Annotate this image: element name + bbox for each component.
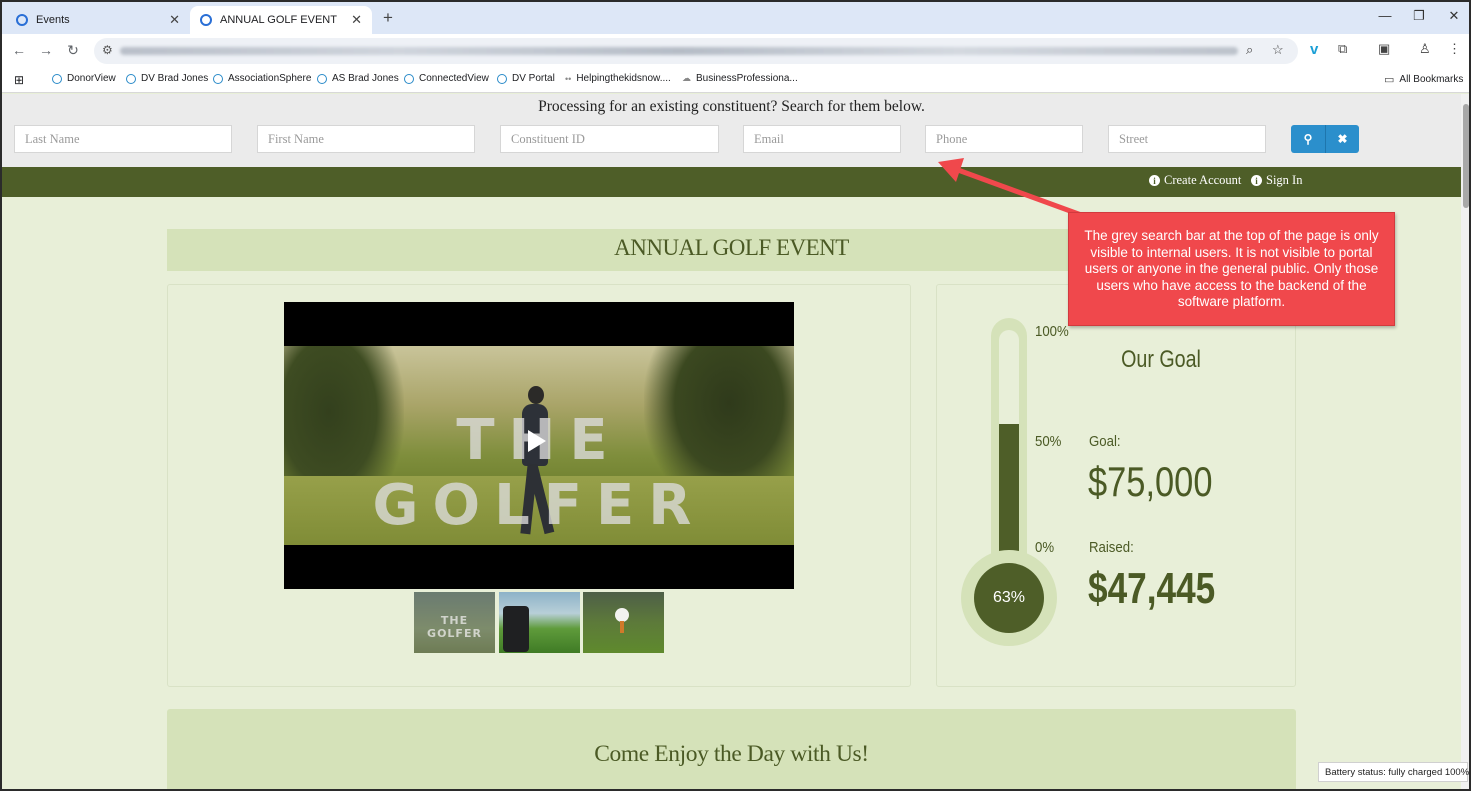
- page-icon: ••: [565, 73, 572, 84]
- cloud-icon: ☁: [682, 73, 691, 83]
- bookmark-associationsphere[interactable]: AssociationSphere: [213, 73, 311, 84]
- globe-icon: [200, 14, 212, 26]
- golfer-head: [528, 386, 544, 404]
- apps-grid-icon[interactable]: ⊞: [14, 73, 24, 87]
- tab-title: ANNUAL GOLF EVENT: [220, 14, 337, 26]
- goal-label: Goal:: [1089, 433, 1121, 450]
- star-icon[interactable]: ☆: [1272, 42, 1284, 58]
- page-scrollbar[interactable]: [1461, 94, 1469, 789]
- forward-icon[interactable]: →: [37, 42, 55, 58]
- bookmark-connectedview[interactable]: ConnectedView: [404, 73, 489, 84]
- globe-icon: [16, 14, 28, 26]
- globe-icon: [213, 73, 223, 84]
- tab-events[interactable]: Events ✕: [6, 6, 190, 34]
- goal-amount: $75,000: [1088, 458, 1213, 505]
- scrollbar-thumb[interactable]: [1463, 104, 1469, 208]
- goal-card: 63% 100% 50% 0% Our Goal Goal: $75,000 R…: [936, 284, 1296, 687]
- globe-icon: [126, 73, 136, 84]
- site-settings-icon[interactable]: ⚙: [102, 43, 113, 57]
- vimeo-extension-icon[interactable]: v: [1310, 41, 1318, 58]
- phone-input[interactable]: [925, 125, 1083, 153]
- video-title-text: THE GOLFER: [372, 408, 706, 538]
- last-name-input[interactable]: [14, 125, 232, 153]
- bookmark-dv-brad-jones[interactable]: DV Brad Jones: [126, 73, 208, 84]
- address-bar[interactable]: ⚙ ⌕ ☆: [94, 38, 1298, 64]
- new-tab-icon[interactable]: +: [378, 8, 398, 28]
- bookmark-helpingthekidsnow[interactable]: •• Helpingthekidsnow....: [565, 73, 671, 84]
- info-icon: i: [1149, 175, 1160, 186]
- tick-0: 0%: [1035, 539, 1055, 556]
- golf-ball: [615, 608, 629, 622]
- goal-heading: Our Goal: [1121, 346, 1201, 373]
- first-name-input[interactable]: [257, 125, 475, 153]
- thumbnail-text: THE GOLFER: [427, 614, 482, 640]
- bookmark-businessprofessional[interactable]: ☁ BusinessProfessiona...: [682, 73, 798, 84]
- constituent-id-input[interactable]: [500, 125, 719, 153]
- bookmark-dv-portal[interactable]: DV Portal: [497, 73, 555, 84]
- extensions-icon[interactable]: ⧉: [1338, 41, 1347, 57]
- clear-button[interactable]: ✖: [1325, 125, 1359, 153]
- restore-icon[interactable]: ❐: [1410, 8, 1428, 24]
- create-account-link[interactable]: i Create Account: [1149, 173, 1241, 188]
- play-icon[interactable]: [528, 430, 546, 452]
- enjoy-title: Come Enjoy the Day with Us!: [594, 741, 869, 767]
- sign-in-link[interactable]: i Sign In: [1251, 173, 1302, 188]
- browser-window: Events ✕ ANNUAL GOLF EVENT ✕ + — ❐ ✕ ← →…: [0, 0, 1471, 791]
- tab-title: Events: [36, 14, 70, 26]
- street-input[interactable]: [1108, 125, 1266, 153]
- bookmarks-bar: ⊞ DonorView DV Brad Jones AssociationSph…: [2, 67, 1469, 93]
- thumbnail-golf-bag[interactable]: [499, 592, 580, 653]
- golf-tee: [620, 621, 624, 633]
- zoom-icon[interactable]: ⌕: [1246, 42, 1253, 58]
- annotation-callout: The grey search bar at the top of the pa…: [1068, 212, 1395, 326]
- enjoy-section: Come Enjoy the Day with Us!: [167, 709, 1296, 789]
- tab-annual-golf-event[interactable]: ANNUAL GOLF EVENT ✕: [190, 6, 372, 34]
- progress-percent: 63%: [992, 589, 1026, 606]
- video-player[interactable]: THE GOLFER: [284, 302, 794, 589]
- all-bookmarks[interactable]: ▭ All Bookmarks: [1384, 73, 1463, 86]
- email-input[interactable]: [743, 125, 901, 153]
- thumbnail-video[interactable]: THE GOLFER: [414, 592, 495, 653]
- tab-search-icon[interactable]: ▣: [1378, 41, 1390, 57]
- menu-icon[interactable]: ⋮: [1448, 41, 1461, 57]
- account-bar: i Create Account i Sign In: [2, 167, 1461, 197]
- reload-icon[interactable]: ↻: [64, 42, 82, 59]
- tick-50: 50%: [1035, 433, 1062, 450]
- browser-toolbar: ← → ↻ ⚙ ⌕ ☆ v ⧉ ▣ ♙ ⋮: [2, 34, 1469, 67]
- clear-icon: ✖: [1337, 132, 1348, 146]
- blurred-url: [120, 47, 1238, 55]
- search-icon: ⚲: [1303, 132, 1313, 146]
- globe-icon: [497, 73, 507, 84]
- folder-icon: ▭: [1384, 74, 1395, 86]
- close-icon[interactable]: ✕: [351, 12, 362, 28]
- tick-100: 100%: [1035, 323, 1069, 340]
- search-button[interactable]: ⚲: [1291, 125, 1325, 153]
- close-icon[interactable]: ✕: [169, 12, 180, 28]
- battery-status: Battery status: fully charged 100%: [1318, 762, 1469, 782]
- raised-label: Raised:: [1089, 539, 1134, 556]
- globe-icon: [317, 73, 327, 84]
- thumbnail-golf-ball[interactable]: [583, 592, 664, 653]
- minimize-icon[interactable]: —: [1376, 8, 1394, 23]
- raised-amount: $47,445: [1088, 564, 1216, 613]
- bookmark-donorview[interactable]: DonorView: [52, 73, 116, 84]
- bookmark-as-brad-jones[interactable]: AS Brad Jones: [317, 73, 399, 84]
- globe-icon: [52, 73, 62, 84]
- profile-icon[interactable]: ♙: [1419, 41, 1431, 57]
- thermometer-bulb: 63%: [974, 563, 1044, 633]
- search-prompt: Processing for an existing constituent? …: [538, 98, 925, 115]
- tab-bar: Events ✕ ANNUAL GOLF EVENT ✕ + — ❐ ✕: [2, 2, 1469, 34]
- golf-bag: [503, 606, 529, 652]
- window-close-icon[interactable]: ✕: [1445, 8, 1463, 24]
- back-icon[interactable]: ←: [10, 42, 28, 58]
- globe-icon: [404, 73, 414, 84]
- info-icon: i: [1251, 175, 1262, 186]
- constituent-search-bar: Processing for an existing constituent? …: [2, 94, 1461, 167]
- media-card: THE GOLFER THE GOLFER: [167, 284, 911, 687]
